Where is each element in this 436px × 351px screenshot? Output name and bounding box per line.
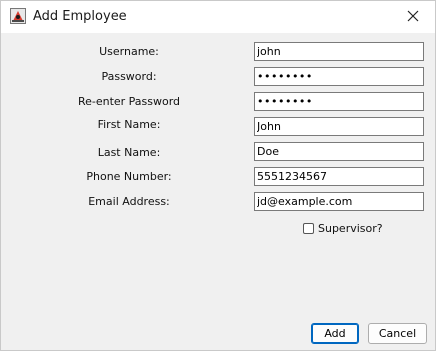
java-duke-icon [10,8,26,24]
first-name-label: First Name: [97,118,161,131]
reenter-password-field[interactable] [254,92,424,111]
close-button[interactable] [391,1,435,33]
supervisor-checkbox[interactable] [303,222,314,234]
add-employee-dialog: Add Employee Username: Password: Re-ente… [0,0,436,351]
phone-number-field[interactable] [254,167,424,186]
last-name-field[interactable] [254,142,424,161]
username-label: Username: [99,45,159,58]
password-field[interactable] [254,67,424,86]
email-address-field[interactable] [254,192,424,211]
last-name-label: Last Name: [97,146,161,159]
add-button[interactable]: Add [311,323,359,344]
cancel-button[interactable]: Cancel [368,323,427,344]
supervisor-label: Supervisor? [318,221,383,235]
reenter-password-label: Re-enter Password [77,95,181,108]
username-field[interactable] [254,42,424,61]
phone-number-label: Phone Number: [86,170,172,183]
window-title: Add Employee [33,9,127,24]
first-name-field[interactable] [254,117,424,136]
close-icon [407,10,419,25]
form-panel: Username: Password: Re-enter Password Fi… [1,33,435,350]
title-bar[interactable]: Add Employee [1,1,435,33]
supervisor-checkbox-row[interactable]: Supervisor? [303,221,383,235]
email-address-label: Email Address: [88,195,170,208]
password-label: Password: [101,70,157,83]
